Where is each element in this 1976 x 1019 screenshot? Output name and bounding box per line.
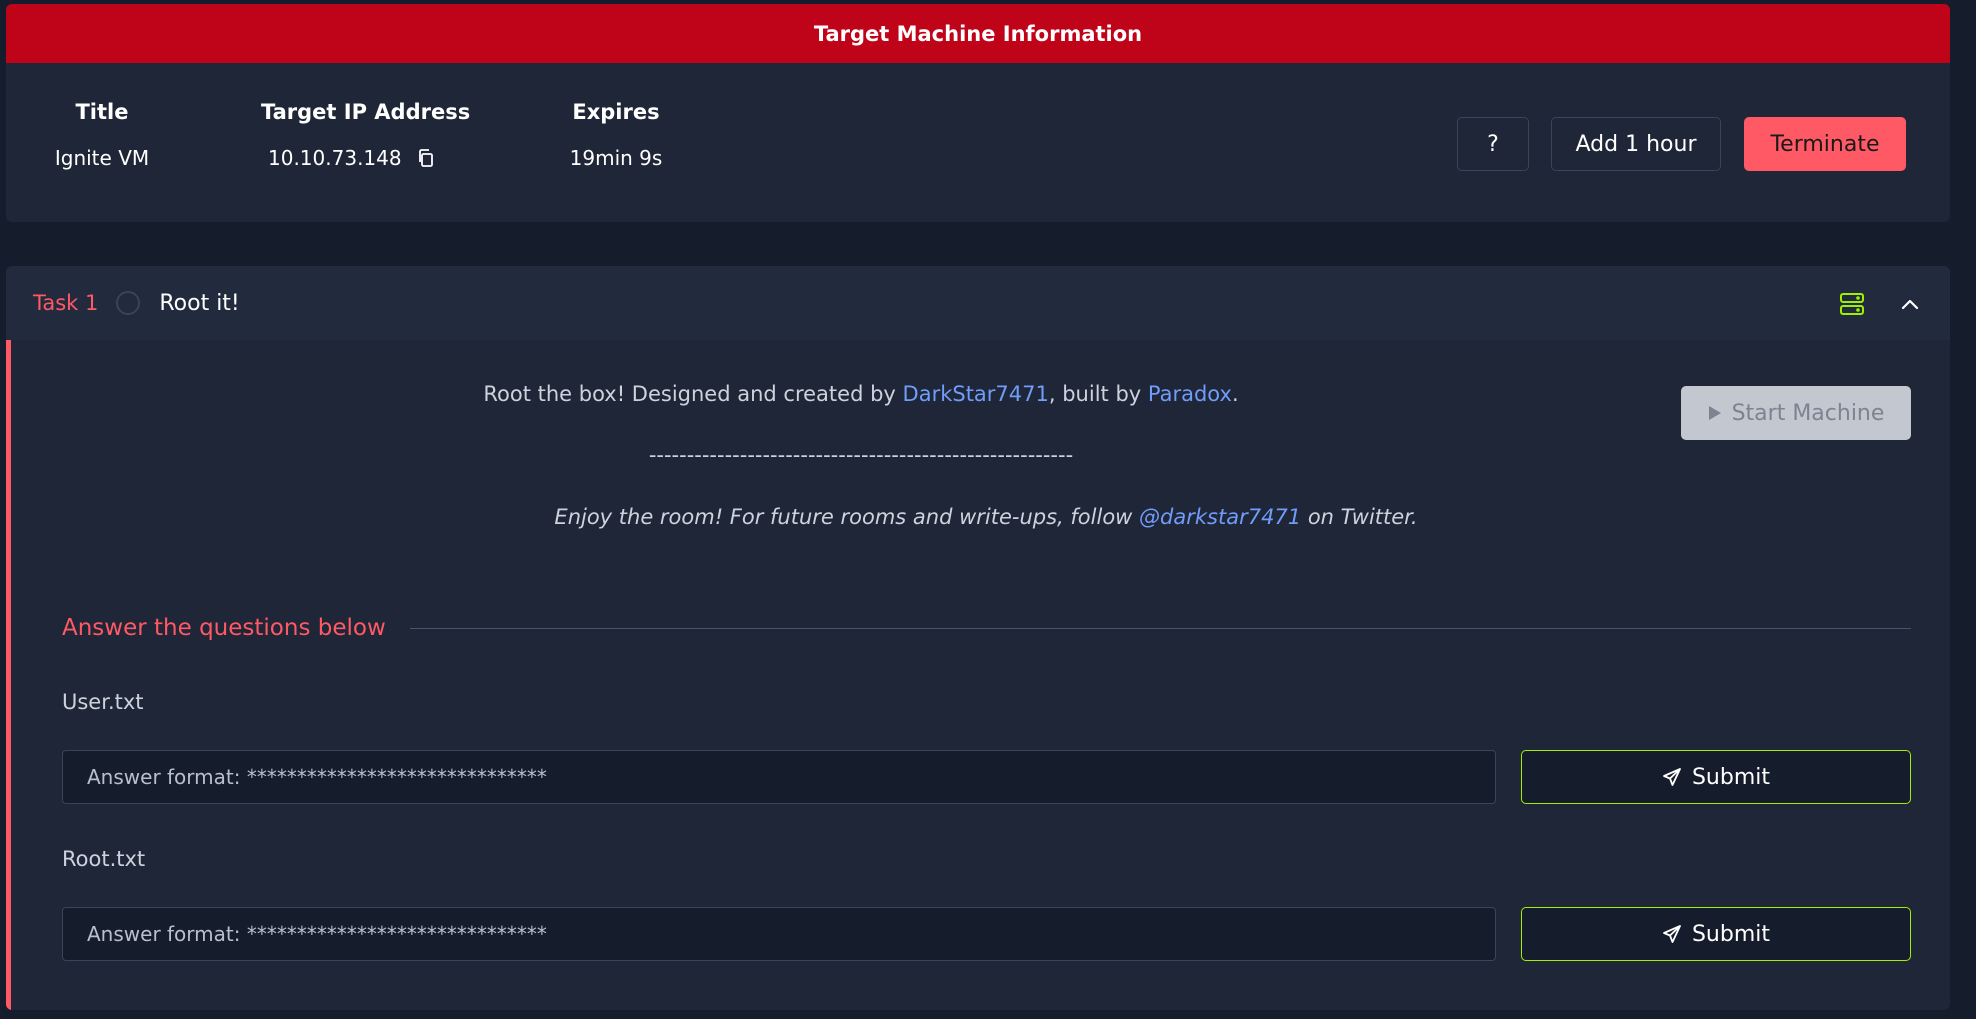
machine-ip-value[interactable]: 10.10.73.148 [268,146,402,170]
answer-section-rule [409,627,1911,629]
question-label-user: User.txt [62,690,144,714]
machine-ip-label: Target IP Address [261,100,471,124]
task-body: Root the box! Designed and created by Da… [6,340,1950,1010]
help-button[interactable]: ? [1457,117,1529,171]
submit-label: Submit [1691,921,1771,947]
submit-button-user[interactable]: Submit [1521,750,1911,804]
chevron-up-icon[interactable] [1899,293,1921,315]
send-icon [1663,925,1681,943]
machine-expires-label: Expires [572,100,660,124]
description-divider: ----------------------------------------… [648,443,1074,467]
copy-icon[interactable] [416,148,436,168]
darkstar-link[interactable]: DarkStar7471 [903,382,1049,406]
description-text: . [1231,382,1239,406]
machine-title-column: Title Ignite VM [42,100,162,170]
add-hour-button[interactable]: Add 1 hour [1551,117,1721,171]
paradox-link[interactable]: Paradox [1148,382,1232,406]
answer-section-header: Answer the questions below [62,615,1911,641]
description-text: Enjoy the room! For future rooms and wri… [554,505,1140,529]
submit-label: Submit [1691,764,1771,790]
description-text: Root the box! Designed and created by [483,382,903,406]
machine-expires-column: Expires 19min 9s [556,100,676,170]
task-description-line3: Enjoy the room! For future rooms and wri… [11,505,1950,529]
description-text: on Twitter. [1301,505,1418,529]
twitter-handle-link[interactable]: @darkstar7471 [1139,505,1301,529]
answer-input-user[interactable] [62,750,1496,804]
machine-title-label: Title [75,100,129,124]
task-number: Task 1 [33,291,99,315]
task-title: Root it! [159,290,240,316]
task-header[interactable]: Task 1 Root it! [6,266,1950,340]
machine-title-value: Ignite VM [54,146,150,170]
submit-button-root[interactable]: Submit [1521,907,1911,961]
start-machine-button[interactable]: Start Machine [1681,386,1911,440]
description-text: , built by [1048,382,1148,406]
question-label-root: Root.txt [62,847,146,871]
task-status-circle-icon [116,291,141,315]
terminate-button[interactable]: Terminate [1744,117,1906,171]
server-icon[interactable] [1839,291,1865,317]
send-icon [1663,768,1681,786]
play-icon [1708,406,1721,420]
task-panel: Task 1 Root it! Root the box! Designed a… [6,266,1950,1010]
target-machine-header: Target Machine Information [6,4,1950,63]
answer-input-root[interactable] [62,907,1496,961]
target-machine-panel: Target Machine Information Title Ignite … [6,4,1950,222]
start-machine-label: Start Machine [1731,400,1885,426]
task-description-line1: Root the box! Designed and created by Da… [11,382,1711,406]
machine-expires-value: 19min 9s [569,146,663,170]
answer-section-title: Answer the questions below [62,615,386,641]
machine-ip-column: Target IP Address 10.10.73.148 [261,100,471,170]
